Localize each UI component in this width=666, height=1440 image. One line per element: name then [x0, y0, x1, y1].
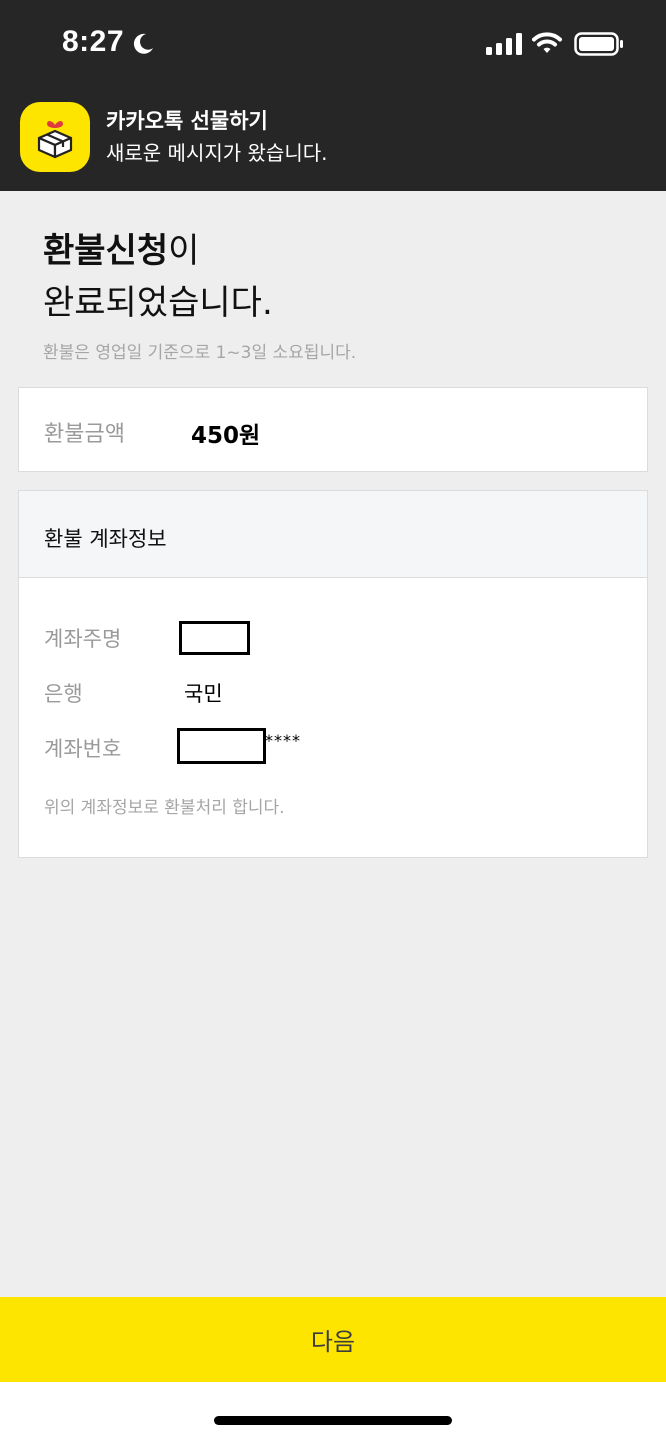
account-holder-label: 계좌주명 — [44, 627, 122, 651]
page-title-line1: 환불신청이 — [43, 225, 273, 277]
cellular-signal-icon — [486, 33, 522, 55]
refund-amount-card: 환불금액 450원 — [18, 387, 648, 472]
status-time: 8:27 — [62, 25, 125, 58]
refund-duration-note: 환불은 영업일 기준으로 1~3일 소요됩니다. — [43, 343, 357, 363]
page-title-line2: 완료되었습니다. — [43, 283, 273, 323]
refund-account-header: 환불 계좌정보 — [19, 491, 647, 578]
refund-amount-label: 환불금액 — [44, 422, 125, 447]
page-title-suffix: 이 — [168, 231, 200, 271]
wifi-icon — [532, 32, 562, 53]
refund-amount-value: 450원 — [191, 423, 261, 449]
page-title-bold: 환불신청 — [43, 231, 169, 271]
notification-banner[interactable]: 카카오톡 선물하기 새로운 메시지가 왔습니다. — [0, 96, 666, 191]
notification-title: 카카오톡 선물하기 — [106, 109, 268, 133]
account-footnote: 위의 계좌정보로 환불처리 합니다. — [44, 798, 285, 818]
account-number-label: 계좌번호 — [44, 737, 122, 761]
bank-value: 국민 — [184, 682, 223, 706]
status-bar: 8:27 — [0, 0, 666, 90]
refund-complete-screen: 8:27 카카오톡 선물하기 새로운 메시지가 왔습니다. 환불신청이 완료되었… — [0, 0, 666, 1440]
account-number-redaction — [177, 728, 266, 764]
account-number-mask: **** — [265, 731, 301, 750]
next-button[interactable]: 다음 — [0, 1297, 666, 1382]
moon-icon — [133, 33, 153, 54]
refund-account-title: 환불 계좌정보 — [44, 527, 167, 551]
gift-box-icon — [37, 121, 73, 159]
account-holder-redaction — [179, 621, 250, 655]
home-indicator[interactable] — [214, 1416, 452, 1425]
battery-icon — [574, 32, 623, 56]
kakao-gift-app-icon — [20, 102, 90, 172]
bottom-safe-area — [0, 1382, 666, 1440]
refund-account-card: 환불 계좌정보 계좌주명 은행 국민 계좌번호 **** 위의 계좌정보로 환불… — [18, 490, 648, 858]
bank-label: 은행 — [44, 682, 83, 706]
page-title: 환불신청이 완료되었습니다. — [43, 225, 273, 329]
notification-message: 새로운 메시지가 왔습니다. — [106, 141, 328, 165]
top-dark-area: 8:27 카카오톡 선물하기 새로운 메시지가 왔습니다. — [0, 0, 666, 191]
